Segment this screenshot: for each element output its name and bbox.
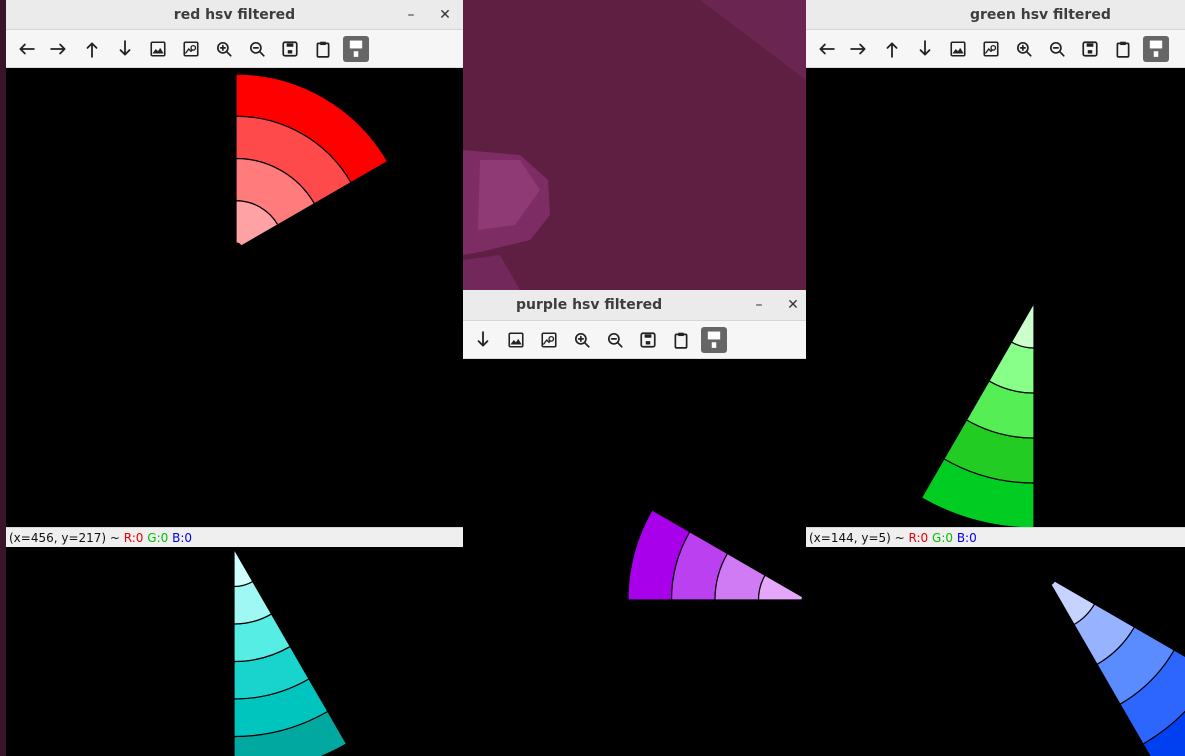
minimize-icon: – bbox=[407, 6, 415, 23]
save-button[interactable] bbox=[277, 36, 303, 62]
arrow-left-icon bbox=[19, 43, 35, 54]
image-canvas[interactable] bbox=[806, 69, 1185, 527]
zoom-original-button[interactable] bbox=[145, 36, 171, 62]
title-bar[interactable]: red hsv filtered bbox=[6, 0, 463, 30]
toolbar bbox=[806, 30, 1185, 68]
pan-down-button[interactable] bbox=[112, 36, 138, 62]
arrow-down-icon bbox=[119, 39, 131, 56]
zoom-in-icon bbox=[216, 41, 232, 57]
cursor-coords: (x=144, y=5) ~ bbox=[809, 530, 909, 545]
save-icon bbox=[1082, 40, 1098, 57]
blue-value: B:0 bbox=[172, 530, 193, 545]
arrow-up-icon bbox=[86, 41, 98, 58]
image-search-icon bbox=[541, 331, 557, 348]
title-bar[interactable]: green hsv filtered bbox=[806, 0, 1185, 30]
properties-button[interactable] bbox=[343, 35, 369, 62]
green-value: G:0 bbox=[932, 530, 953, 545]
purple-band-1 bbox=[757, 574, 804, 601]
window-title: red hsv filtered bbox=[173, 6, 296, 23]
save-button[interactable] bbox=[635, 327, 661, 353]
paint-roller-icon bbox=[349, 40, 363, 57]
image-search-icon bbox=[183, 40, 199, 57]
zoom-fit-button[interactable] bbox=[178, 36, 204, 62]
copy-button[interactable] bbox=[1110, 36, 1136, 62]
close-button[interactable]: ✕ bbox=[431, 0, 459, 29]
image-canvas[interactable] bbox=[6, 69, 463, 527]
red-value: R:0 bbox=[123, 530, 144, 545]
save-icon bbox=[282, 40, 298, 57]
red-value: R:0 bbox=[908, 530, 929, 545]
zoom-fit-button[interactable] bbox=[978, 36, 1004, 62]
arrow-right-icon bbox=[50, 43, 66, 54]
window-title: green hsv filtered bbox=[970, 6, 1111, 23]
toolbar bbox=[463, 321, 806, 359]
close-icon: ✕ bbox=[787, 296, 799, 313]
status-bar: (x=456, y=217) ~ R:0 G:0 B:0 bbox=[6, 527, 463, 547]
arrow-down-icon bbox=[477, 330, 489, 347]
green-value: G:0 bbox=[147, 530, 169, 545]
pan-right-button[interactable] bbox=[46, 36, 72, 62]
minimize-button[interactable]: – bbox=[397, 0, 425, 29]
pan-left-button[interactable] bbox=[13, 36, 39, 62]
pan-up-button[interactable] bbox=[79, 36, 105, 62]
red-hsv-window: red hsv filtered – ✕ (x=456, y=217) ~ R:… bbox=[6, 0, 463, 756]
pan-down-button[interactable] bbox=[470, 327, 496, 353]
pan-right-button[interactable] bbox=[846, 36, 872, 62]
paint-roller-icon bbox=[1149, 40, 1163, 57]
image-search-icon bbox=[983, 40, 999, 57]
zoom-in-button[interactable] bbox=[569, 327, 595, 353]
zoom-out-icon bbox=[1049, 41, 1065, 57]
zoom-out-button[interactable] bbox=[602, 327, 628, 353]
toolbar bbox=[6, 30, 463, 68]
zoom-out-button[interactable] bbox=[244, 36, 270, 62]
pan-up-button[interactable] bbox=[879, 36, 905, 62]
zoom-in-button[interactable] bbox=[211, 36, 237, 62]
zoom-fit-button[interactable] bbox=[536, 327, 562, 353]
pan-down-button[interactable] bbox=[912, 36, 938, 62]
clipboard-icon bbox=[674, 332, 688, 349]
arrow-down-icon bbox=[919, 39, 931, 56]
save-button[interactable] bbox=[1077, 36, 1103, 62]
image-canvas[interactable] bbox=[463, 360, 806, 756]
green-hsv-window: green hsv filtered (x=144, y=5) ~ R:0 G:… bbox=[806, 0, 1185, 756]
copy-button[interactable] bbox=[310, 36, 336, 62]
cyan-image-canvas[interactable] bbox=[6, 547, 463, 756]
zoom-out-icon bbox=[249, 41, 265, 57]
window-title: purple hsv filtered bbox=[516, 297, 663, 313]
purple-hsv-window: purple hsv filtered – ✕ bbox=[463, 290, 806, 756]
arrow-right-icon bbox=[850, 43, 866, 54]
copy-button[interactable] bbox=[668, 327, 694, 353]
zoom-in-icon bbox=[574, 332, 590, 348]
image-icon bbox=[950, 40, 966, 57]
image-icon bbox=[508, 331, 524, 348]
cyan-band-1 bbox=[233, 547, 254, 588]
minimize-button[interactable]: – bbox=[745, 290, 773, 319]
save-icon bbox=[640, 331, 656, 348]
close-button[interactable]: ✕ bbox=[779, 290, 806, 319]
arrow-up-icon bbox=[886, 41, 898, 58]
blue-image-canvas[interactable] bbox=[806, 547, 1185, 756]
paint-roller-icon bbox=[707, 331, 721, 348]
zoom-out-button[interactable] bbox=[1044, 36, 1070, 62]
zoom-out-icon bbox=[607, 332, 623, 348]
properties-button[interactable] bbox=[701, 326, 727, 353]
status-bar: (x=144, y=5) ~ R:0 G:0 B:0 bbox=[806, 527, 1185, 547]
cursor-coords: (x=456, y=217) ~ bbox=[9, 530, 124, 545]
image-icon bbox=[150, 40, 166, 57]
zoom-in-icon bbox=[1016, 41, 1032, 57]
close-icon: ✕ bbox=[439, 6, 451, 23]
minimize-icon: – bbox=[755, 296, 763, 313]
zoom-in-button[interactable] bbox=[1011, 36, 1037, 62]
zoom-original-button[interactable] bbox=[503, 327, 529, 353]
zoom-original-button[interactable] bbox=[945, 36, 971, 62]
arrow-left-icon bbox=[819, 43, 835, 54]
clipboard-icon bbox=[316, 41, 330, 58]
blue-value: B:0 bbox=[956, 530, 977, 545]
clipboard-icon bbox=[1116, 41, 1130, 58]
pan-left-button[interactable] bbox=[813, 36, 839, 62]
properties-button[interactable] bbox=[1143, 35, 1169, 62]
green-band-1 bbox=[1010, 300, 1035, 349]
